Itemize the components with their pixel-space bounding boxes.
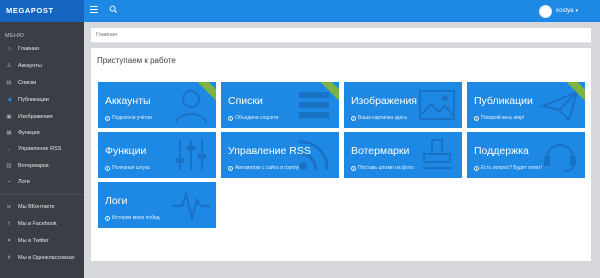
list-icon: ▤ — [6, 80, 12, 86]
tile-title: Вотермарки — [351, 145, 410, 157]
twitter-icon: ✦ — [6, 238, 12, 244]
sidebar-item-accounts[interactable]: ♙ Аккаунты — [0, 59, 84, 73]
sidebar-item-label: Мы в Twitter — [18, 238, 49, 244]
tile-subtitle: i Поставь штамп на фото — [351, 165, 414, 171]
sidebar-item-label: Публикации — [18, 97, 49, 103]
sidebar-link-twitter[interactable]: ✦ Мы в Twitter — [0, 234, 84, 248]
tile-functions[interactable]: Функции i Полезная штука — [98, 132, 216, 178]
user-art-icon — [175, 90, 207, 124]
tile-lists[interactable]: Списки i Объедини соцсети — [221, 82, 339, 128]
brand-logo[interactable]: MEGAPOST — [0, 0, 84, 22]
info-icon: i — [105, 115, 110, 121]
tile-subtitle: i Есть вопрос? Будет ответ! — [474, 165, 542, 171]
tile-subtitle: i История моих побед — [105, 215, 160, 221]
sidebar-item-label: Списки — [18, 80, 37, 86]
odnoklassniki-icon: ǂ — [7, 255, 11, 261]
headset-art-icon — [544, 144, 576, 172]
tile-logs[interactable]: Логи i История моих побед — [98, 182, 216, 228]
facebook-icon: f — [8, 221, 10, 227]
tile-title: Аккаунты — [105, 95, 151, 107]
info-icon: i — [105, 165, 110, 171]
top-navbar: MEGAPOST kostya ▾ — [0, 0, 600, 22]
sidebar-item-label: Управление RSS — [18, 146, 62, 152]
tile-title: Изображения — [351, 95, 417, 107]
sidebar-link-vk[interactable]: w Мы ВКонтакте — [0, 200, 84, 214]
tile-publications[interactable]: Публикации i Покоряй весь мир! — [467, 82, 585, 128]
list-art-icon — [299, 92, 329, 118]
sidebar-divider — [0, 194, 84, 195]
info-icon: i — [474, 165, 479, 171]
function-icon: ▦ — [6, 130, 12, 136]
publish-art-icon — [539, 90, 579, 122]
sidebar-item-rss[interactable]: ◟ Управление RSS — [0, 142, 84, 156]
info-icon: i — [351, 165, 356, 171]
pulse-art-icon — [172, 190, 210, 223]
avatar[interactable] — [539, 4, 553, 18]
stamp-art-icon — [422, 139, 452, 169]
tile-subtitle: i Ваша картинка здесь — [351, 115, 408, 121]
tile-title: Списки — [228, 95, 263, 107]
tile-rss[interactable]: Управление RSS i Автоматом с сайта в груп… — [221, 132, 339, 178]
tile-subtitle: i Автоматом с сайта в группу — [228, 165, 300, 171]
sidebar-item-home[interactable]: ⌂ Главная — [0, 42, 84, 56]
sidebar-menu-title: МЕНЮ — [5, 33, 25, 39]
publish-icon: ◀ — [6, 97, 12, 103]
sidebar-item-images[interactable]: ▣ Изображения — [0, 110, 84, 124]
sidebar-item-watermarks[interactable]: ▥ Вотермарки — [0, 159, 84, 173]
sidebar-item-label: Изображения — [18, 114, 53, 120]
info-icon: i — [474, 115, 479, 121]
tile-subtitle: i Полезная штука — [105, 165, 150, 171]
sidebar-item-label: Мы в Facebook — [18, 221, 57, 227]
tile-title: Функции — [105, 145, 147, 157]
sidebar-item-label: Логи — [18, 179, 30, 185]
breadcrumb-current[interactable]: Главная — [96, 32, 117, 38]
tile-subtitle: i Подключи учётки — [105, 115, 152, 121]
tile-title: Поддержка — [474, 145, 529, 157]
sidebar-item-functions[interactable]: ▦ Функции — [0, 126, 84, 140]
tile-images[interactable]: Изображения i Ваша картинка здесь — [344, 82, 462, 128]
info-icon: i — [228, 165, 233, 171]
user-menu[interactable]: kostya ▾ — [539, 4, 578, 18]
rss-icon: ◟ — [7, 146, 11, 152]
image-icon: ▣ — [6, 114, 12, 120]
main-content: Главная Приступаем к работе Аккаунты i По… — [84, 22, 600, 278]
info-icon: i — [105, 215, 110, 221]
sidebar-item-lists[interactable]: ▤ Списки — [0, 76, 84, 90]
tile-accounts[interactable]: Аккаунты i Подключи учётки — [98, 82, 216, 128]
chevron-down-icon[interactable]: ▾ — [575, 8, 578, 14]
sidebar: МЕНЮ ⌂ Главная ♙ Аккаунты ▤ Списки ◀ Пуб… — [0, 22, 84, 278]
getting-started-panel: Приступаем к работе Аккаунты i Подключи у… — [91, 48, 591, 261]
info-icon: i — [351, 115, 356, 121]
info-icon: i — [228, 115, 233, 121]
logs-icon: ⌁ — [7, 179, 11, 185]
sidebar-item-logs[interactable]: ⌁ Логи — [0, 175, 84, 189]
tile-subtitle: i Объедини соцсети — [228, 115, 279, 121]
tile-subtitle: i Покоряй весь мир! — [474, 115, 525, 121]
tile-support[interactable]: Поддержка i Есть вопрос? Будет ответ! — [467, 132, 585, 178]
sliders-art-icon — [176, 140, 206, 170]
sidebar-item-label: Главная — [18, 46, 39, 52]
menu-toggle-icon[interactable] — [90, 6, 98, 14]
tile-title: Логи — [105, 195, 128, 207]
watermark-icon: ▥ — [6, 163, 12, 169]
user-icon: ♙ — [6, 63, 12, 69]
sidebar-item-label: Функции — [18, 130, 40, 136]
panel-title: Приступаем к работе — [97, 56, 176, 65]
home-icon: ⌂ — [7, 46, 11, 52]
sidebar-item-label: Мы в Одноклассниках — [18, 255, 75, 261]
vk-icon: w — [7, 204, 11, 210]
sidebar-link-odnoklassniki[interactable]: ǂ Мы в Одноклассниках — [0, 251, 84, 265]
tile-title: Управление RSS — [228, 145, 311, 157]
search-icon[interactable] — [109, 5, 118, 14]
tile-watermarks[interactable]: Вотермарки i Поставь штамп на фото — [344, 132, 462, 178]
tile-title: Публикации — [474, 95, 533, 107]
user-name[interactable]: kostya — [556, 8, 573, 14]
breadcrumb: Главная — [91, 28, 591, 43]
sidebar-item-label: Вотермарки — [18, 163, 49, 169]
sidebar-item-publications[interactable]: ◀ Публикации — [0, 93, 84, 107]
sidebar-item-label: Мы ВКонтакте — [18, 204, 55, 210]
image-art-icon — [419, 90, 455, 120]
sidebar-item-label: Аккаунты — [18, 63, 42, 69]
sidebar-link-facebook[interactable]: f Мы в Facebook — [0, 217, 84, 231]
